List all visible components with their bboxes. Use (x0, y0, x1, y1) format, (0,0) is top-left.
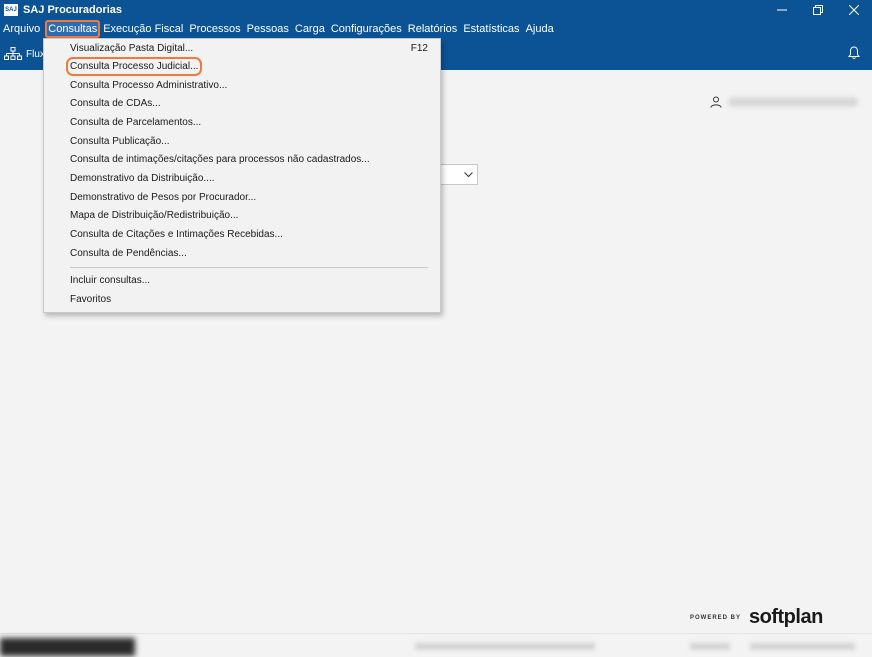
sitemap-icon (4, 47, 22, 60)
bell-icon (848, 46, 860, 59)
menu-processos[interactable]: Processos (186, 20, 243, 38)
menu-item-visualizacao-pasta-digital[interactable]: Visualização Pasta Digital... (70, 43, 193, 54)
redacted-status-right-2 (750, 643, 855, 650)
menu-ajuda[interactable]: Ajuda (523, 20, 557, 38)
close-button[interactable] (836, 0, 872, 20)
menu-item-consulta-processo-judicial[interactable]: Consulta Processo Judicial... (65, 57, 203, 76)
menu-item-consulta-processo-administrativo[interactable]: Consulta Processo Administrativo... (70, 80, 227, 91)
menu-separator (70, 267, 428, 268)
shortcut-f12: F12 (410, 43, 428, 54)
menu-item-demonstrativo-distribuicao[interactable]: Demonstrativo da Distribuição.... (70, 173, 215, 184)
menu-configuracoes[interactable]: Configurações (328, 20, 405, 38)
menu-item-incluir-consultas[interactable]: Incluir consultas... (70, 275, 150, 286)
menu-estatisticas[interactable]: Estatísticas (460, 20, 522, 38)
powered-by-label: POWERED BY (690, 614, 742, 621)
user-icon (710, 96, 722, 108)
app-logo: SAJ (4, 4, 18, 16)
menu-item-consulta-pendencias[interactable]: Consulta de Pendências... (70, 248, 187, 259)
menu-item-favoritos[interactable]: Favoritos (70, 294, 111, 305)
redacted-status-right-1 (690, 643, 730, 650)
menu-carga[interactable]: Carga (292, 20, 328, 38)
status-bar (0, 633, 872, 657)
window-controls (764, 0, 872, 20)
consultas-dropdown-menu: Visualização Pasta Digital... F12 Consul… (43, 38, 441, 313)
menu-arquivo[interactable]: Arquivo (0, 20, 43, 38)
combo-box[interactable] (440, 164, 478, 185)
menu-relatorios[interactable]: Relatórios (405, 20, 461, 38)
restore-button[interactable] (800, 0, 836, 20)
menu-item-consulta-intimacoes-nao-cadastrados[interactable]: Consulta de intimações/citações para pro… (70, 154, 370, 165)
powered-by-softplan: POWERED BY softplan (690, 606, 823, 629)
notifications-button[interactable] (848, 46, 860, 63)
minimize-button[interactable] (764, 0, 800, 20)
redacted-status-left (0, 638, 135, 656)
menu-consultas[interactable]: Consultas (45, 20, 101, 38)
minimize-icon (777, 9, 787, 11)
menu-item-consulta-cdas[interactable]: Consulta de CDAs... (70, 98, 161, 109)
menu-pessoas[interactable]: Pessoas (244, 20, 292, 38)
chevron-down-icon (464, 171, 473, 177)
menu-item-mapa-distribuicao[interactable]: Mapa de Distribuição/Redistribuição... (70, 210, 238, 221)
close-icon (849, 5, 859, 15)
toolbar-fluxo[interactable]: Flux (4, 47, 45, 61)
redacted-status-mid (415, 643, 595, 650)
menu-item-consulta-parcelamentos[interactable]: Consulta de Parcelamentos... (70, 117, 201, 128)
softplan-logo: softplan (749, 606, 823, 628)
menu-execucao-fiscal[interactable]: Execução Fiscal (100, 20, 186, 38)
menu-bar: Arquivo Consultas Execução Fiscal Proces… (0, 20, 872, 38)
window-title: SAJ Procuradorias (23, 4, 123, 16)
restore-icon (813, 5, 823, 15)
title-bar: SAJ SAJ Procuradorias (0, 0, 872, 20)
menu-item-consulta-citacoes-intimacoes[interactable]: Consulta de Citações e Intimações Recebi… (70, 229, 283, 240)
menu-item-consulta-publicacao[interactable]: Consulta Publicação... (70, 136, 170, 147)
redacted-user-name (728, 97, 858, 107)
user-info[interactable] (710, 96, 858, 108)
menu-item-demonstrativo-pesos[interactable]: Demonstrativo de Pesos por Procurador... (70, 192, 256, 203)
